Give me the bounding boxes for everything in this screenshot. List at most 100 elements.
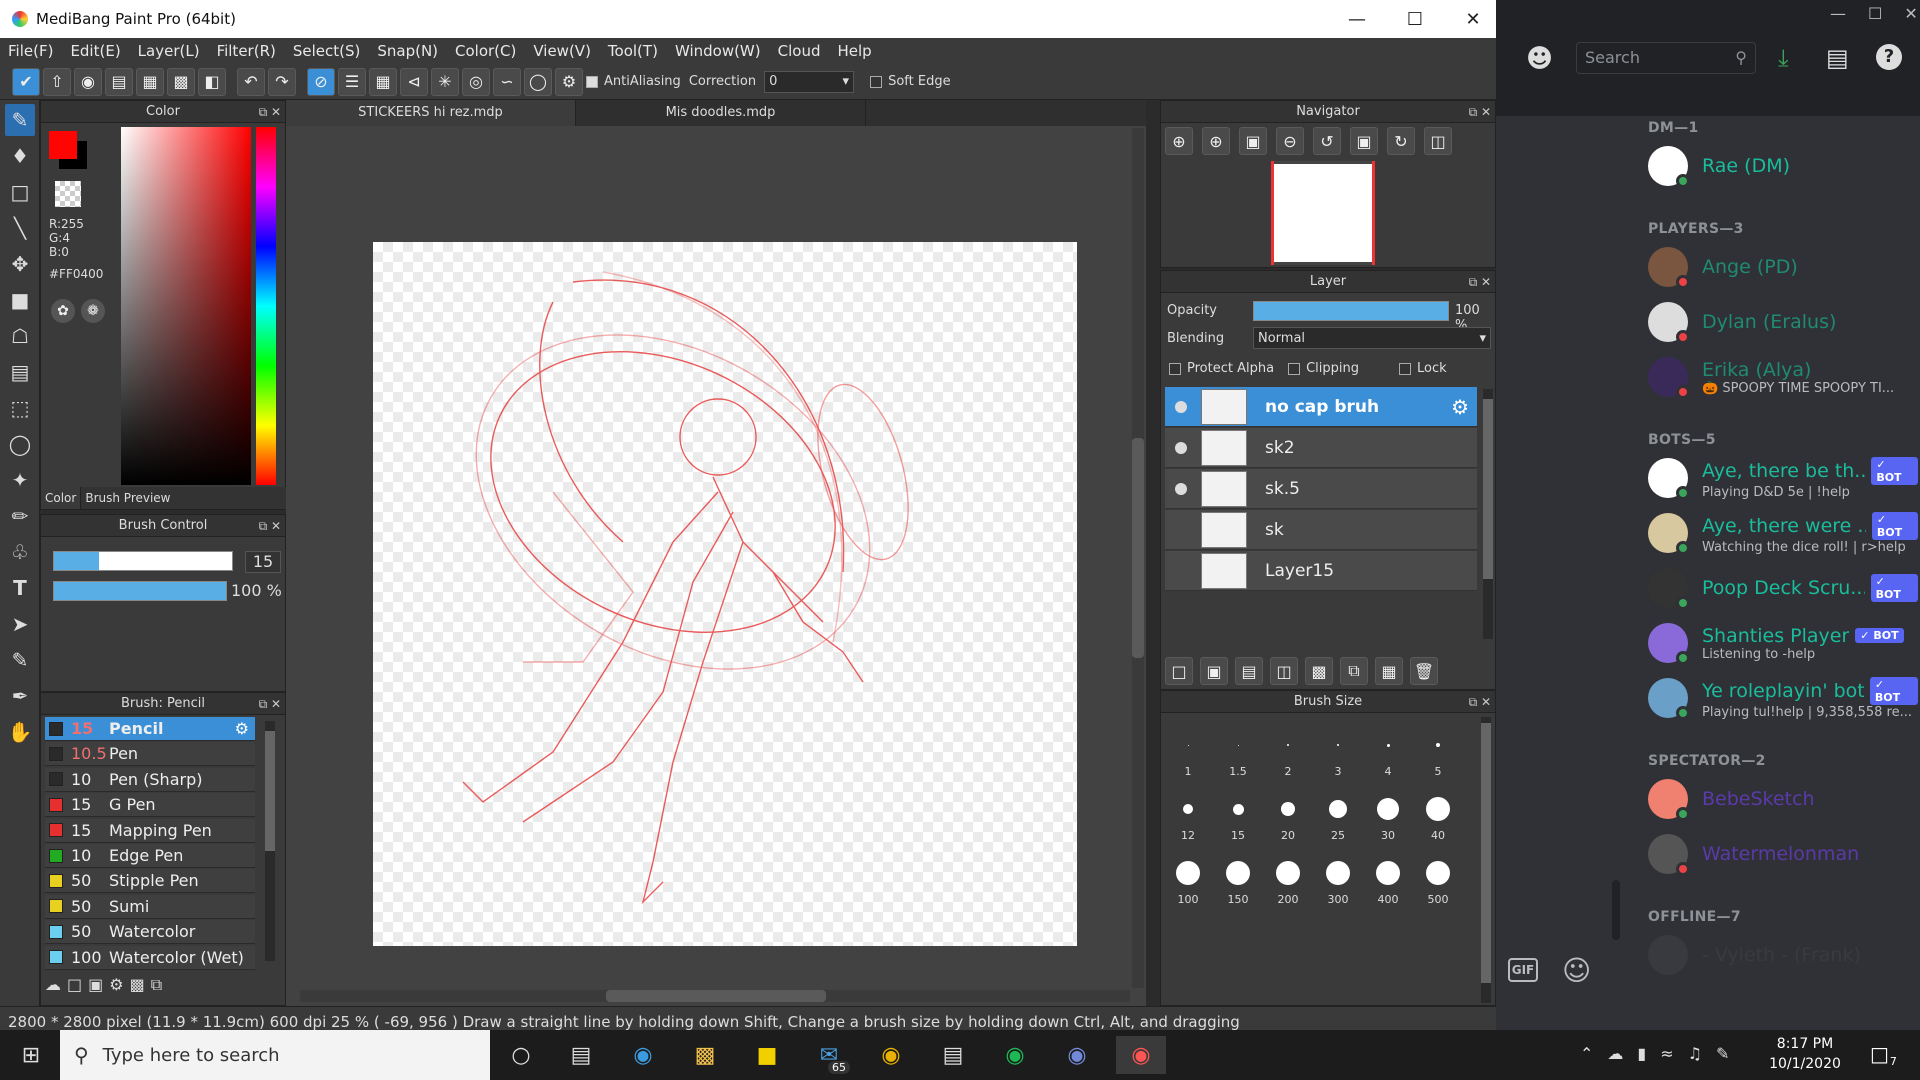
hand-tool-icon[interactable]: ✋ [5,716,35,748]
menu-item[interactable]: Filter(R) [217,42,276,60]
fit-screen-icon[interactable]: ▣ [1350,127,1378,155]
brush-item[interactable]: 15 G Pen [45,793,255,818]
visibility-icon[interactable] [1175,524,1187,536]
panel-close-icon[interactable]: ⧉ ✕ [259,101,281,123]
check-icon[interactable]: ✔ [12,67,40,96]
protect-alpha-checkbox[interactable] [1169,362,1181,375]
tab-color[interactable]: Color [41,487,81,509]
inbox-icon[interactable]: ▤ [1826,44,1849,72]
antivirus-icon[interactable]: ☁ [1607,1044,1623,1063]
member-item[interactable]: - Vyleth - (Frank) [1648,931,1918,979]
tab-stickeers[interactable]: STICKEERS hi rez.mdp [286,100,576,126]
duplicate-layer-icon[interactable]: ⧉ [1340,657,1368,685]
menu-item[interactable]: Snap(N) [377,42,438,60]
move-tool-icon[interactable]: ✥ [5,248,35,280]
menu-item[interactable]: Color(C) [455,42,516,60]
maximize-button[interactable]: ☐ [1386,0,1444,38]
brush-size-option[interactable]: 1 [1163,715,1213,778]
member-item[interactable]: Dylan (Eralus) [1648,298,1918,346]
menu-item[interactable]: Help [837,42,871,60]
emoji-icon[interactable]: ☺ [1562,954,1591,987]
visibility-icon[interactable] [1175,400,1187,413]
zoom-plus-icon[interactable]: ⊕ [1202,127,1230,155]
drawing-canvas[interactable] [373,242,1077,946]
brush-size-option[interactable]: 2 [1263,715,1313,778]
layer-opacity-slider[interactable] [1253,301,1449,321]
concentric-snap-icon[interactable]: ◎ [462,67,490,96]
canvas-horizontal-scrollbar[interactable] [300,990,1130,1002]
cortana-icon[interactable]: ○ [500,1036,542,1074]
palette-add-icon[interactable]: ❁ [81,299,105,323]
member-item[interactable]: Erika (Alya) 🎃 SPOOPY TIME SPOOPY TI... [1648,353,1918,401]
member-item[interactable]: Poop Deck Scru... ✓ BOT [1648,564,1918,612]
layer-row[interactable]: sk [1165,510,1477,550]
gear-icon[interactable]: ⚙ [1451,395,1469,419]
layer-list-scrollbar[interactable] [1483,389,1493,639]
member-item[interactable]: Aye, there be th... ✓ BOT Playing D&D 5e |… [1648,454,1918,502]
member-item[interactable]: Aye, there were ... ✓ BOT Watching the dic… [1648,509,1918,557]
brush-folder-icon[interactable]: ▩ [130,975,145,995]
discord-maximize-button[interactable]: ☐ [1868,4,1882,23]
fit-icon[interactable]: ▣ [1239,127,1267,155]
brush-size-scrollbar[interactable] [1481,717,1491,1003]
snap-off-icon[interactable]: ⊘ [307,67,335,96]
brush-tool-icon[interactable]: ✎ [5,104,35,136]
medibang-icon[interactable]: ◉ [1116,1036,1166,1074]
brush-size-option[interactable]: 25 [1313,779,1363,842]
panel-close-icon[interactable]: ⧉ ✕ [1469,271,1491,293]
flip-icon[interactable]: ◫ [1424,127,1452,155]
add-layer-menu-icon[interactable]: ◫ [1270,657,1298,685]
brush-size-option[interactable]: 150 [1213,843,1263,906]
circle-snap-icon[interactable]: ◯ [524,67,552,96]
brush-list-scrollbar[interactable] [265,721,275,961]
task-view-icon[interactable]: ▤ [560,1036,602,1074]
brush-size-option[interactable]: 400 [1363,843,1413,906]
comment-icon[interactable]: ◉ [74,67,102,96]
member-item[interactable]: Watermelonman [1648,830,1918,878]
cross-snap-icon[interactable]: ▦ [369,67,397,96]
transparent-swatch[interactable] [55,181,81,207]
brush-add-icon[interactable]: ▣ [88,975,103,995]
volume-icon[interactable]: ♫ [1688,1044,1702,1063]
brush-item[interactable]: 15 Mapping Pen [45,818,255,843]
new-8bit-layer-icon[interactable]: ▤ [1235,657,1263,685]
zoom-in-icon[interactable]: ⊕ [1165,127,1193,155]
help-icon[interactable]: ? [1876,44,1902,70]
brush-item[interactable]: 15 Pencil ⚙ [45,717,255,741]
menu-item[interactable]: Cloud [778,42,821,60]
brush-item[interactable]: 50 Watercolor [45,920,255,945]
menu-item[interactable]: Select(S) [293,42,361,60]
gradient-tool-icon[interactable]: ▤ [5,356,35,388]
tab-brush-preview[interactable]: Brush Preview [80,487,174,509]
member-item[interactable]: Shanties Player ✓ BOT Listening to -help [1648,619,1918,667]
magic-wand-tool-icon[interactable]: ✦ [5,464,35,496]
split-icon[interactable]: ◧ [198,67,226,96]
line-tool-icon[interactable]: ╲ [5,212,35,244]
brush-opacity-slider[interactable] [53,581,227,601]
visibility-icon[interactable] [1175,482,1187,495]
wifi-icon[interactable]: ≈ [1660,1044,1673,1063]
menu-item[interactable]: Window(W) [675,42,761,60]
gear-icon[interactable]: ⚙ [235,719,249,738]
operation-tool-icon[interactable]: ➤ [5,608,35,640]
store-icon[interactable]: ▤ [932,1036,974,1074]
layer-row[interactable]: Layer15 [1165,551,1477,591]
radial-snap-icon[interactable]: ✳ [431,67,459,96]
sticky-notes-icon[interactable]: ■ [746,1036,788,1074]
minimize-button[interactable]: — [1328,0,1386,38]
taskbar-search[interactable]: ⚲ Type here to search [60,1030,490,1080]
text-tool-icon[interactable]: T [5,572,35,604]
redo-icon[interactable]: ↷ [268,67,296,96]
brush-item[interactable]: 50 Sumi [45,894,255,919]
canvas-vertical-scrollbar[interactable] [1132,128,1144,988]
curve-snap-icon[interactable]: ∽ [493,67,521,96]
member-scrollbar[interactable] [1612,880,1620,940]
brush-size-option[interactable]: 15 [1213,779,1263,842]
select-tool-icon[interactable]: ⬚ [5,392,35,424]
brush-item[interactable]: 10 Edge Pen [45,844,255,868]
mail-icon[interactable]: ✉ 65 [808,1036,850,1074]
divide-tool-icon[interactable]: ✎ [5,644,35,676]
member-item[interactable]: Ange (PD) [1648,243,1918,291]
member-item[interactable]: Ye roleplayin' bot ✓ BOT Playing tul!help … [1648,674,1918,722]
discord-search-input[interactable]: Search ⚲ [1576,42,1756,74]
